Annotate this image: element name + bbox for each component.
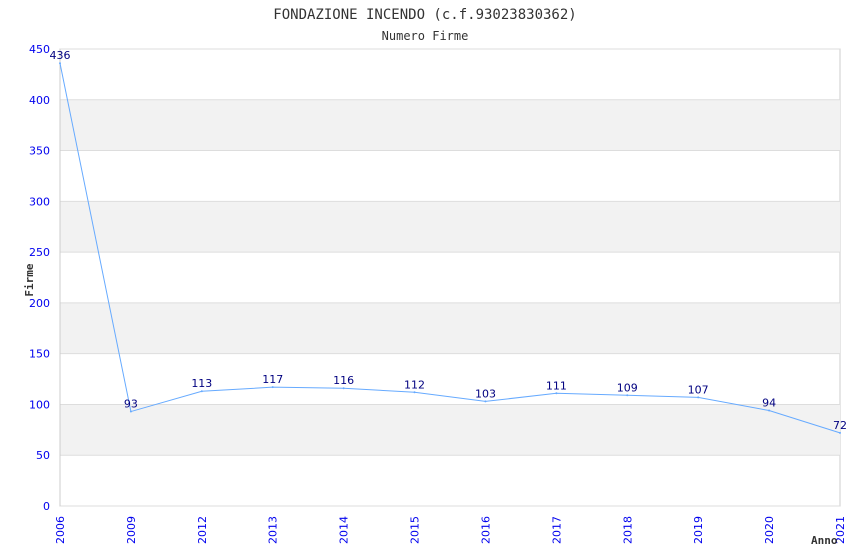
grid-band [60,201,840,253]
y-tick-label: 100 [29,398,50,411]
y-tick-label: 50 [36,449,50,462]
data-label: 103 [475,387,496,400]
data-point [697,396,700,399]
data-point [200,390,203,393]
y-tick-label: 250 [29,246,50,259]
data-label: 113 [191,377,212,390]
grid-band [60,302,840,354]
x-tick-label: 2006 [54,516,67,544]
x-tick-label: 2017 [550,516,563,544]
data-label: 111 [546,379,567,392]
x-tick-label: 2018 [621,516,634,544]
data-point [768,409,771,412]
data-label: 117 [262,373,283,386]
x-tick-label: 2016 [479,516,492,544]
data-point [413,391,416,394]
x-tick-label: 2014 [338,516,351,544]
chart-title: FONDAZIONE INCENDO (c.f.93023830362) [273,7,576,23]
x-tick-label: 2013 [267,516,280,544]
y-axis-label: Firme [23,263,36,296]
y-tick-label: 300 [29,195,50,208]
y-tick-label: 350 [29,145,50,158]
x-axis-label: Anno [811,534,838,547]
data-point [555,392,558,395]
data-point [342,387,345,390]
line-chart: FONDAZIONE INCENDO (c.f.93023830362) Num… [23,7,847,547]
data-label: 94 [762,397,776,410]
data-point [129,410,132,413]
data-point [626,394,629,397]
data-label: 93 [124,398,138,411]
y-tick-label: 150 [29,348,50,361]
data-point [59,62,61,65]
x-tick-label: 2020 [763,516,776,544]
x-tick-label: 2012 [196,516,209,544]
data-point [484,400,487,403]
data-label: 109 [617,381,638,394]
y-tick-label: 0 [43,500,50,513]
y-tick-label: 400 [29,94,50,107]
data-point [839,431,841,434]
data-label: 116 [333,374,354,387]
x-tick-label: 2019 [692,516,705,544]
data-label: 72 [833,419,847,432]
y-tick-label: 200 [29,297,50,310]
x-tick-label: 2015 [409,516,422,544]
data-label: 107 [688,383,709,396]
chart-subtitle: Numero Firme [382,29,469,43]
data-label: 112 [404,378,425,391]
grid-band [60,404,840,456]
x-tick-label: 2009 [125,516,138,544]
data-label: 436 [50,49,71,62]
y-tick-label: 450 [29,43,50,56]
grid-band [60,99,840,151]
data-point [271,386,274,389]
